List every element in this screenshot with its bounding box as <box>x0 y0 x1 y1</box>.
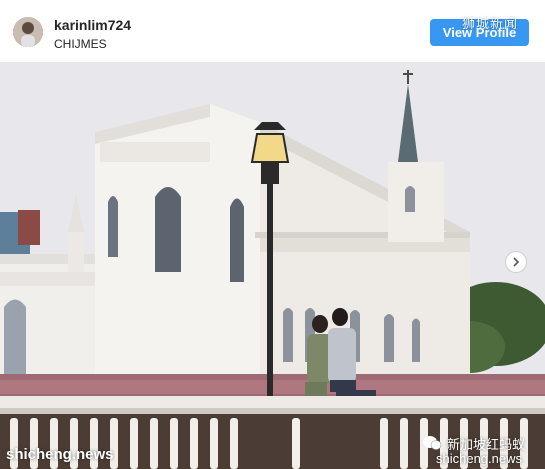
watermark-bottom-left: shicheng.news <box>6 446 114 463</box>
watermark-top: 狮城新闻 <box>462 16 519 31</box>
post-header: karinlim724 CHIJMES View Profile 狮城新闻 <box>0 0 545 62</box>
username[interactable]: karinlim724 <box>54 17 131 33</box>
watermark-bottom-right: 新加坡红蚂蚁 shicheng.news <box>422 434 542 468</box>
chat-bubble-logo-icon <box>423 436 442 450</box>
location-link[interactable]: CHIJMES <box>54 37 107 51</box>
chijmes-photo <box>0 62 545 469</box>
post-photo <box>0 62 545 469</box>
avatar-image <box>13 17 43 47</box>
avatar[interactable] <box>13 17 43 47</box>
chevron-right-icon <box>513 257 520 267</box>
watermark-site: shicheng.news <box>436 451 522 466</box>
next-image-button[interactable] <box>505 251 527 273</box>
